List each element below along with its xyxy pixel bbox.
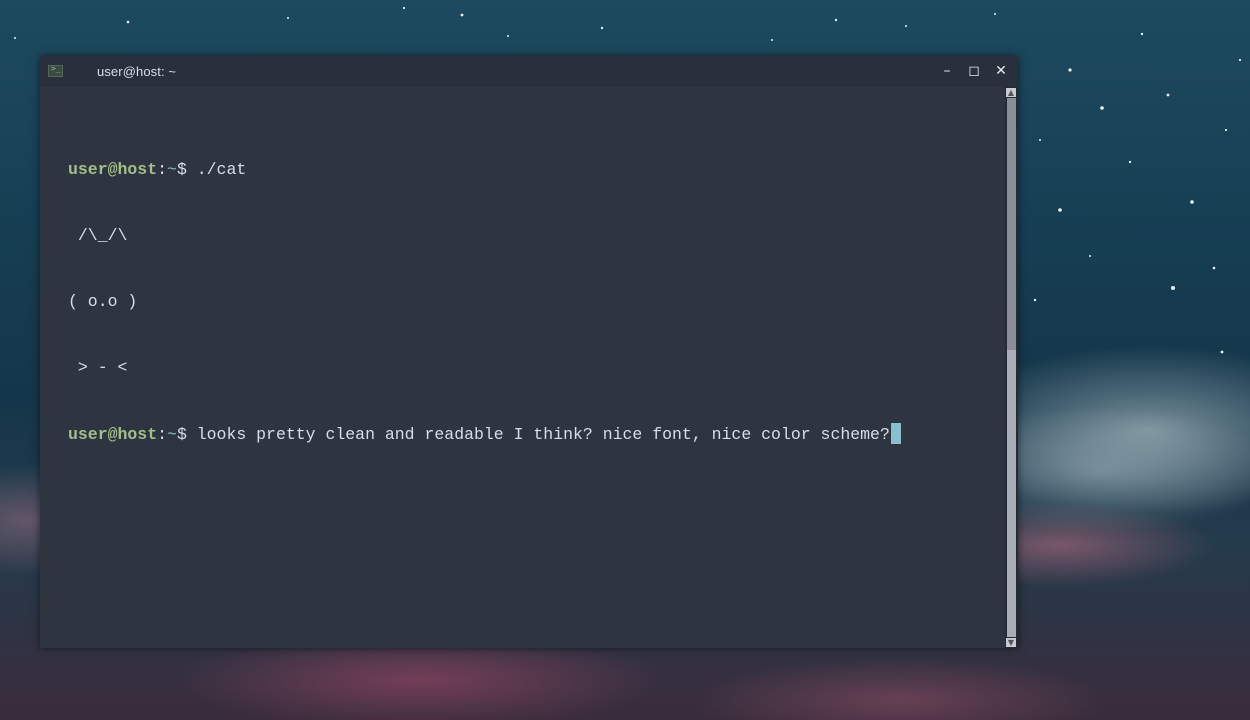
output-line: ( o.o ) — [68, 292, 138, 311]
command-text: ./cat — [196, 160, 247, 179]
title-bar[interactable]: >_ user@host: ~ – ◻ ✕ — [40, 56, 1018, 87]
prompt-symbol: $ — [176, 160, 197, 179]
terminal-icon: >_ — [48, 64, 63, 77]
command-line-2: user@host:~$ looks pretty clean and read… — [68, 423, 901, 445]
scroll-up-icon[interactable]: ▲ — [1006, 88, 1016, 97]
terminal-output: user@host:~$ ./cat /\_/\ ( o.o ) > - < u… — [68, 115, 901, 489]
prompt-symbol: $ — [176, 425, 197, 444]
prompt-path: ~ — [167, 425, 177, 444]
terminal-window: >_ user@host: ~ – ◻ ✕ user@host:~$ ./cat… — [40, 56, 1018, 648]
maximize-icon[interactable]: ◻ — [965, 62, 983, 80]
text-cursor — [890, 423, 901, 444]
close-icon[interactable]: ✕ — [992, 62, 1010, 80]
output-line: > - < — [68, 358, 128, 377]
scrollbar-thumb[interactable] — [1007, 98, 1016, 350]
prompt-sep: : — [157, 160, 168, 179]
prompt-path: ~ — [167, 160, 177, 179]
scrollbar[interactable]: ▲ ▼ — [1005, 87, 1018, 648]
command-input[interactable]: looks pretty clean and readable I think?… — [197, 425, 890, 444]
window-title: user@host: ~ — [97, 64, 177, 79]
scroll-down-icon[interactable]: ▼ — [1006, 638, 1016, 647]
minimize-icon[interactable]: – — [938, 62, 956, 80]
prompt-user: user@host — [68, 425, 158, 444]
terminal-area[interactable]: user@host:~$ ./cat /\_/\ ( o.o ) > - < u… — [40, 87, 1005, 648]
prompt-user: user@host — [68, 160, 158, 179]
command-line-1: user@host:~$ ./cat — [68, 159, 901, 181]
prompt-sep: : — [157, 425, 168, 444]
output-line: /\_/\ — [68, 226, 128, 245]
